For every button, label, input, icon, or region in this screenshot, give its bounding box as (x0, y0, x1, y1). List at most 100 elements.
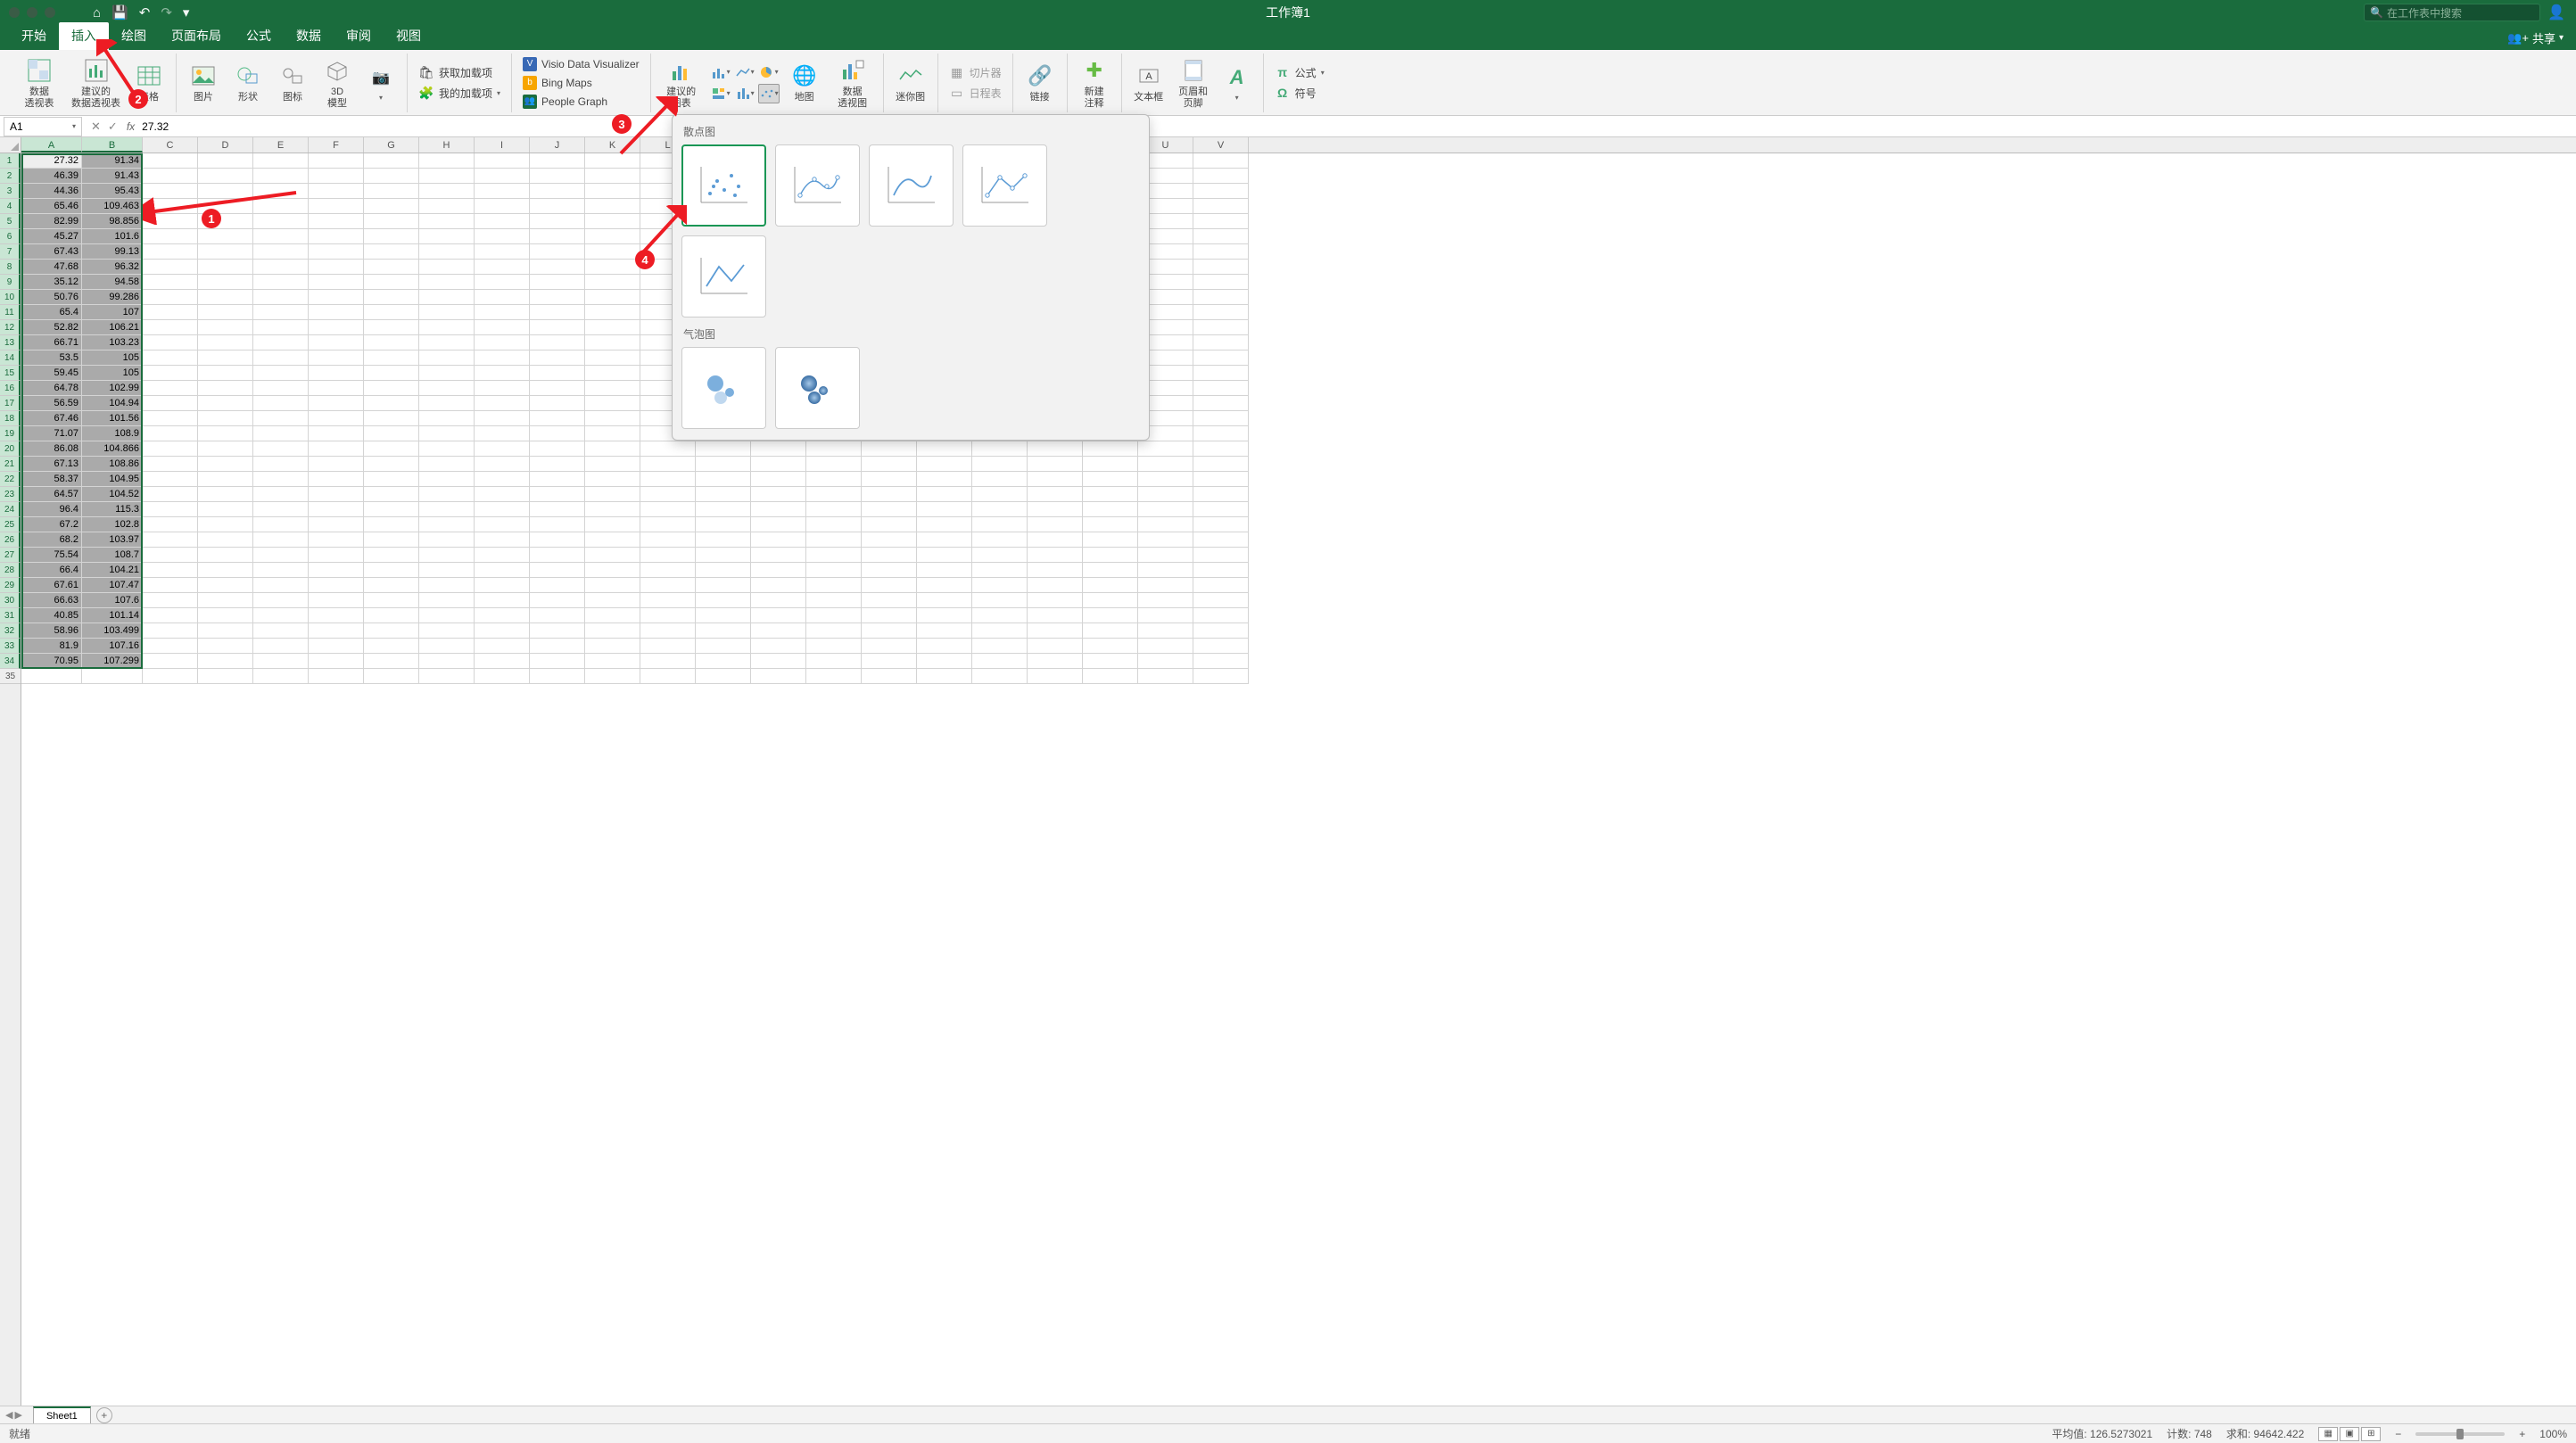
cell[interactable] (1028, 502, 1083, 517)
cell[interactable] (198, 244, 253, 260)
cell[interactable]: 47.68 (21, 260, 82, 275)
cell[interactable] (862, 548, 917, 563)
cell[interactable] (475, 532, 530, 548)
my-addins-button[interactable]: 🧩 我的加载项 ▾ (415, 84, 504, 102)
row-header-2[interactable]: 2 (0, 169, 21, 184)
search-input[interactable]: 🔍 在工作表中搜索 (2364, 4, 2540, 21)
cell[interactable] (806, 548, 862, 563)
cell[interactable] (475, 411, 530, 426)
visio-button[interactable]: V Visio Data Visualizer (519, 56, 643, 72)
cell[interactable]: 109.463 (82, 199, 143, 214)
cell[interactable] (530, 487, 585, 502)
cell[interactable] (419, 623, 475, 639)
cell[interactable] (419, 214, 475, 229)
cell[interactable] (806, 517, 862, 532)
zoom-level[interactable]: 100% (2539, 1428, 2567, 1440)
cell[interactable] (198, 472, 253, 487)
column-header-E[interactable]: E (253, 137, 309, 153)
cell[interactable] (309, 320, 364, 335)
cell[interactable] (253, 517, 309, 532)
zoom-out-button[interactable]: − (2395, 1428, 2401, 1440)
column-header-J[interactable]: J (530, 137, 585, 153)
cell[interactable] (253, 320, 309, 335)
cell[interactable] (475, 229, 530, 244)
cell[interactable] (475, 214, 530, 229)
cell[interactable] (198, 517, 253, 532)
cell[interactable] (364, 260, 419, 275)
cell[interactable] (1083, 441, 1138, 457)
row-header-5[interactable]: 5 (0, 214, 21, 229)
row-header-1[interactable]: 1 (0, 153, 21, 169)
cell[interactable] (1028, 593, 1083, 608)
cell[interactable] (585, 366, 640, 381)
cell[interactable]: 67.43 (21, 244, 82, 260)
row-header-26[interactable]: 26 (0, 532, 21, 548)
cell[interactable] (1083, 487, 1138, 502)
zoom-in-button[interactable]: + (2519, 1428, 2525, 1440)
column-header-B[interactable]: B (82, 137, 143, 153)
cell[interactable] (253, 411, 309, 426)
cell[interactable] (530, 654, 585, 669)
cell[interactable] (309, 305, 364, 320)
cell[interactable] (419, 578, 475, 593)
cell[interactable] (419, 229, 475, 244)
cell[interactable] (309, 396, 364, 411)
icons-button[interactable]: 图标 (273, 60, 312, 104)
cell[interactable]: 91.43 (82, 169, 143, 184)
cell[interactable] (585, 487, 640, 502)
cell[interactable]: 44.36 (21, 184, 82, 199)
row-header-9[interactable]: 9 (0, 275, 21, 290)
cell[interactable] (253, 623, 309, 639)
column-header-G[interactable]: G (364, 137, 419, 153)
cell[interactable] (585, 290, 640, 305)
bubble-3d-option[interactable] (775, 347, 860, 429)
cell[interactable] (309, 244, 364, 260)
cell[interactable] (198, 275, 253, 290)
cell[interactable] (143, 244, 198, 260)
cell[interactable]: 70.95 (21, 654, 82, 669)
cell[interactable] (475, 487, 530, 502)
cell[interactable] (309, 411, 364, 426)
cell[interactable] (1193, 350, 1249, 366)
cell[interactable] (253, 578, 309, 593)
fx-icon[interactable]: fx (127, 120, 140, 133)
cell[interactable]: 45.27 (21, 229, 82, 244)
cell[interactable] (253, 305, 309, 320)
cell[interactable] (475, 517, 530, 532)
cell[interactable]: 40.85 (21, 608, 82, 623)
cell[interactable] (475, 502, 530, 517)
cell[interactable] (862, 441, 917, 457)
cell[interactable] (364, 396, 419, 411)
cell[interactable] (640, 593, 696, 608)
cell[interactable] (1083, 608, 1138, 623)
cell[interactable] (419, 472, 475, 487)
cell[interactable] (309, 153, 364, 169)
cell[interactable] (1028, 563, 1083, 578)
cell[interactable] (862, 472, 917, 487)
cell[interactable] (1193, 532, 1249, 548)
row-header-34[interactable]: 34 (0, 654, 21, 669)
cell[interactable] (1083, 593, 1138, 608)
cell[interactable] (143, 639, 198, 654)
cell[interactable]: 66.63 (21, 593, 82, 608)
cell[interactable] (1028, 548, 1083, 563)
cell[interactable] (419, 548, 475, 563)
row-header-18[interactable]: 18 (0, 411, 21, 426)
cell[interactable] (1193, 441, 1249, 457)
cell[interactable] (143, 320, 198, 335)
cell[interactable] (696, 623, 751, 639)
cell[interactable] (530, 608, 585, 623)
cell[interactable] (143, 366, 198, 381)
cell[interactable] (143, 593, 198, 608)
cell[interactable] (198, 305, 253, 320)
cell[interactable]: 99.13 (82, 244, 143, 260)
cell[interactable]: 50.76 (21, 290, 82, 305)
cell[interactable]: 67.61 (21, 578, 82, 593)
cell[interactable] (640, 548, 696, 563)
cell[interactable] (585, 563, 640, 578)
cell[interactable] (253, 153, 309, 169)
cell[interactable] (253, 487, 309, 502)
cell[interactable]: 104.94 (82, 396, 143, 411)
cell[interactable] (1138, 654, 1193, 669)
cell[interactable] (475, 426, 530, 441)
